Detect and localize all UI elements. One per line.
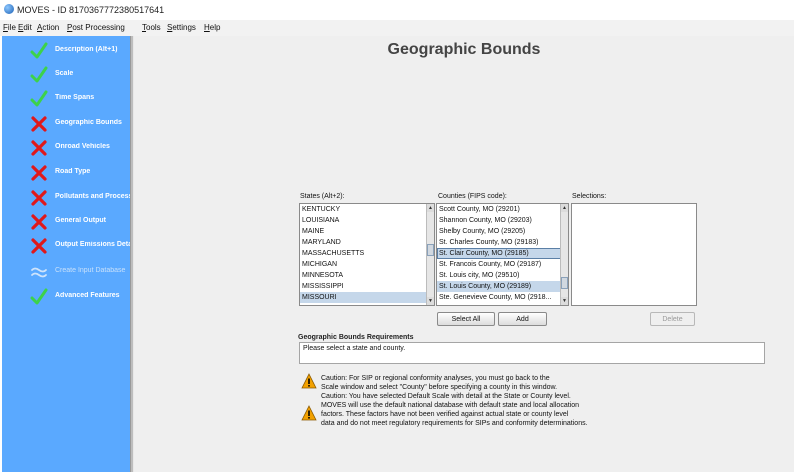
page-title: Geographic Bounds	[387, 41, 541, 58]
sidebar-item-label: Scale	[55, 70, 74, 77]
check-icon	[30, 66, 48, 83]
selections-label: Selections:	[572, 193, 607, 200]
county-list-item[interactable]: St. Clair County, MO (29185)	[437, 248, 568, 259]
state-list-item[interactable]: LOUISIANA	[300, 215, 434, 226]
scroll-thumb[interactable]	[561, 277, 568, 289]
sidebar-item-label: Pollutants and Processes	[55, 193, 130, 200]
sidebar-item-label: Advanced Features	[55, 292, 120, 299]
caution-scale: Caution: For SIP or regional conformity …	[321, 375, 558, 391]
app-icon	[4, 4, 14, 14]
warning-icon	[301, 373, 317, 389]
cross-icon	[31, 140, 47, 156]
sidebar-item-time-spans[interactable]: Time Spans	[2, 87, 130, 111]
check-icon	[30, 90, 48, 107]
menu-edit[interactable]: Edit	[18, 23, 32, 32]
requirements-label: Geographic Bounds Requirements	[298, 334, 414, 341]
window-title-bar: MOVES - ID 8170367772380517641	[0, 0, 794, 21]
check-icon	[30, 288, 48, 305]
state-list-item[interactable]: MISSOURI	[300, 292, 434, 303]
counties-scrollbar[interactable]: ▲ ▼	[560, 204, 568, 305]
menu-settings[interactable]: Settings	[167, 23, 196, 32]
selections-list[interactable]	[571, 203, 697, 306]
sidebar-item-general-output[interactable]: General Output	[2, 210, 130, 234]
sidebar-item-onroad-vehicles[interactable]: Onroad Vehicles	[2, 136, 130, 160]
sidebar-item-scale[interactable]: Scale	[2, 63, 130, 87]
sidebar-item-pollutants-and-processes[interactable]: Pollutants and Processes	[2, 186, 130, 210]
menu-file[interactable]: File	[3, 23, 16, 32]
sidebar-item-create-input-database[interactable]: Create Input Database	[2, 260, 130, 284]
sidebar-item-label: Onroad Vehicles	[55, 143, 110, 150]
requirements-box: Please select a state and county.	[299, 342, 765, 364]
sidebar-item-road-type[interactable]: Road Type	[2, 161, 130, 185]
states-label: States (Alt+2):	[300, 193, 345, 200]
check-icon	[30, 42, 48, 59]
county-list-item[interactable]: Scott County, MO (29201)	[437, 204, 568, 215]
states-list[interactable]: KENTUCKY LOUISIANA MAINE MARYLAND MASSACHUSE…	[299, 203, 435, 306]
sidebar-item-label: Road Type	[55, 168, 91, 175]
sidebar-item-label: Time Spans	[55, 94, 95, 101]
county-list-item[interactable]: St. Charles County, MO (29183)	[437, 237, 568, 248]
menu-tools[interactable]: Tools	[142, 23, 161, 32]
sidebar-item-label: Create Input Database	[55, 267, 126, 274]
county-list-item[interactable]: Shannon County, MO (29203)	[437, 215, 568, 226]
cross-icon	[31, 165, 47, 181]
scroll-up-icon[interactable]: ▲	[427, 204, 434, 212]
sidebar-item-geographic-bounds[interactable]: Geographic Bounds	[2, 112, 130, 136]
sidebar-item-advanced-features[interactable]: Advanced Features	[2, 285, 130, 309]
cross-icon	[31, 116, 47, 132]
counties-label: Counties (FIPS code):	[438, 193, 507, 200]
menu-help[interactable]: Help	[204, 23, 220, 32]
county-list-item[interactable]: Ste. Genevieve County, MO (2918...	[437, 292, 568, 303]
county-list-item[interactable]: St. Louis city, MO (29510)	[437, 270, 568, 281]
sidebar-item-label: General Output	[55, 217, 106, 224]
scroll-down-icon[interactable]: ▼	[427, 297, 434, 305]
sidebar-item-label: Geographic Bounds	[55, 119, 122, 126]
scroll-thumb[interactable]	[427, 244, 434, 256]
geographic-bounds-panel: Geographic Bounds States (Alt+2): Counti…	[134, 36, 794, 472]
menu-post-processing[interactable]: Post Processing	[67, 23, 125, 32]
state-list-item[interactable]: MASSACHUSETTS	[300, 248, 434, 259]
add-button[interactable]: Add	[498, 312, 547, 326]
sidebar-item-description-alt-1[interactable]: Description (Alt+1)	[2, 39, 130, 63]
window-title: MOVES - ID 8170367772380517641	[17, 5, 165, 15]
sidebar-item-label: Output Emissions Detail	[55, 241, 130, 248]
county-list-item[interactable]: St. Francois County, MO (29187)	[437, 259, 568, 270]
cross-icon	[31, 190, 47, 206]
cross-icon	[31, 214, 47, 230]
state-list-item[interactable]: MICHIGAN	[300, 259, 434, 270]
sidebar-item-label: Description (Alt+1)	[55, 46, 118, 53]
state-list-item[interactable]: MARYLAND	[300, 237, 434, 248]
menu-bar: File Edit Action Post Processing Tools S…	[0, 20, 794, 36]
warning-icon	[301, 405, 317, 421]
caution-default-scale: Caution: You have selected Default Scale…	[321, 393, 588, 427]
delete-button[interactable]: Delete	[650, 312, 695, 326]
scroll-up-icon[interactable]: ▲	[561, 204, 568, 212]
navigation-panel: Description (Alt+1) Scale Time Spans Geogra…	[2, 36, 130, 472]
county-list-item[interactable]: Shelby County, MO (29205)	[437, 226, 568, 237]
approx-icon	[31, 267, 47, 278]
state-list-item[interactable]: MINNESOTA	[300, 270, 434, 281]
state-list-item[interactable]: MAINE	[300, 226, 434, 237]
counties-list[interactable]: Scott County, MO (29201) Shannon County, …	[436, 203, 569, 306]
sidebar-item-output-emissions-detail[interactable]: Output Emissions Detail	[2, 234, 130, 258]
select-all-button[interactable]: Select All	[437, 312, 495, 326]
cross-icon	[31, 238, 47, 254]
states-scrollbar[interactable]: ▲ ▼	[426, 204, 434, 305]
scroll-down-icon[interactable]: ▼	[561, 297, 568, 305]
state-list-item[interactable]: KENTUCKY	[300, 204, 434, 215]
state-list-item[interactable]: MISSISSIPPI	[300, 281, 434, 292]
menu-action[interactable]: Action	[37, 23, 59, 32]
county-list-item[interactable]: St. Louis County, MO (29189)	[437, 281, 568, 292]
